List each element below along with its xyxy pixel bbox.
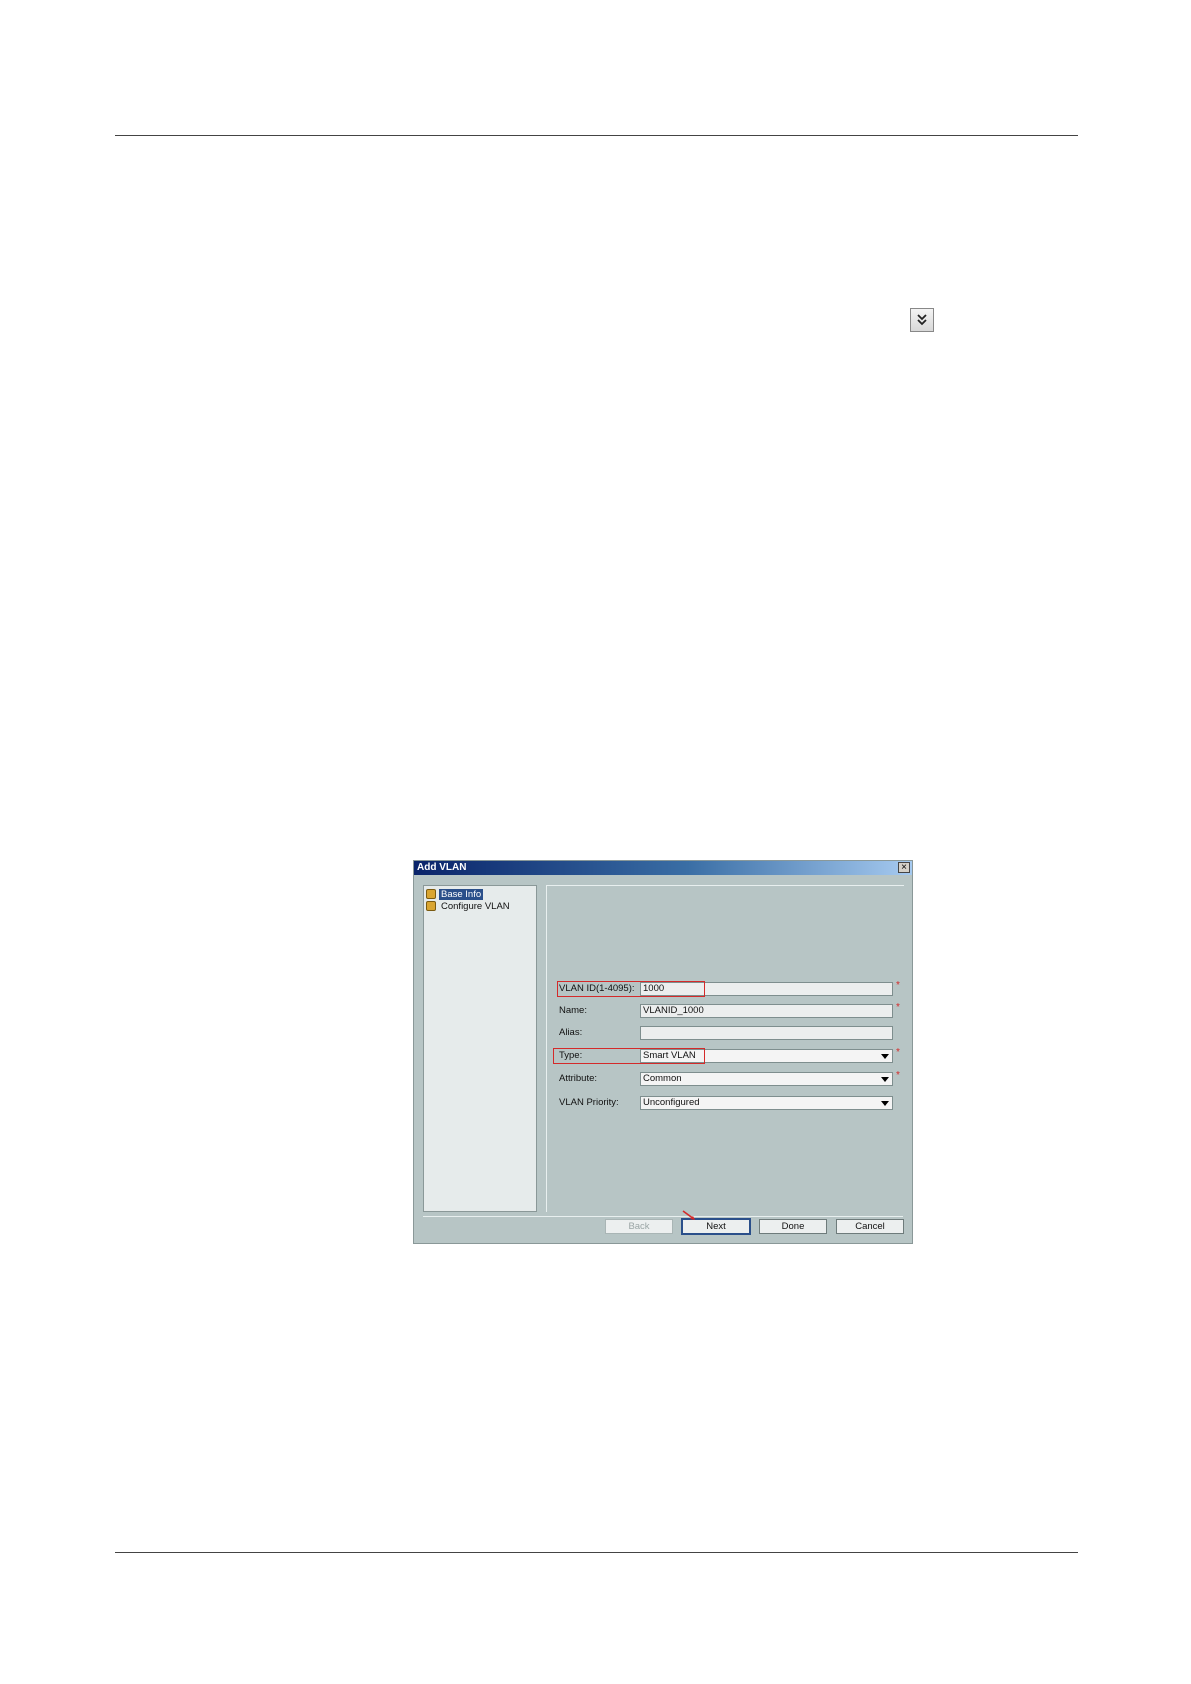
cancel-button[interactable]: Cancel bbox=[836, 1219, 904, 1234]
attribute-value: Common bbox=[643, 1073, 682, 1084]
expand-button[interactable] bbox=[910, 308, 934, 332]
back-button[interactable]: Back bbox=[605, 1219, 673, 1234]
done-button[interactable]: Done bbox=[759, 1219, 827, 1234]
folder-icon bbox=[426, 901, 436, 911]
type-highlight bbox=[553, 1048, 705, 1064]
dropdown-arrow-icon[interactable] bbox=[881, 1101, 889, 1106]
attribute-select[interactable]: Common bbox=[640, 1072, 893, 1086]
close-icon[interactable]: × bbox=[898, 862, 910, 873]
vlan-priority-select[interactable]: Unconfigured bbox=[640, 1096, 893, 1110]
tree-item-configure-vlan[interactable]: Configure VLAN bbox=[426, 900, 512, 912]
dropdown-arrow-icon[interactable] bbox=[881, 1054, 889, 1059]
navigation-tree: Base Info Configure VLAN bbox=[423, 885, 537, 1212]
vlan-priority-label: VLAN Priority: bbox=[559, 1097, 619, 1108]
alias-input[interactable] bbox=[640, 1026, 893, 1040]
dropdown-arrow-icon[interactable] bbox=[881, 1077, 889, 1082]
required-marker: * bbox=[896, 1002, 900, 1013]
add-vlan-dialog: Add VLAN × Base Info Configure VLAN VLAN… bbox=[413, 860, 913, 1244]
header-rule bbox=[115, 135, 1078, 136]
tree-item-base-info[interactable]: Base Info bbox=[426, 888, 484, 900]
dialog-title: Add VLAN bbox=[417, 862, 467, 873]
pointer-cursor-icon bbox=[682, 1210, 695, 1220]
tree-item-label: Base Info bbox=[439, 888, 484, 900]
required-marker: * bbox=[896, 980, 900, 991]
dialog-titlebar: Add VLAN × bbox=[414, 861, 912, 875]
button-bar-divider bbox=[423, 1216, 903, 1217]
required-marker: * bbox=[896, 1047, 900, 1058]
footer-rule bbox=[115, 1552, 1078, 1553]
alias-label: Alias: bbox=[559, 1027, 583, 1038]
double-chevron-down-icon bbox=[917, 314, 927, 326]
vlan-priority-value: Unconfigured bbox=[643, 1097, 700, 1108]
name-input[interactable]: VLANID_1000 bbox=[640, 1004, 893, 1018]
folder-icon bbox=[426, 889, 436, 899]
attribute-label: Attribute: bbox=[559, 1073, 598, 1084]
vlan-id-highlight bbox=[557, 981, 705, 997]
required-marker: * bbox=[896, 1070, 900, 1081]
name-label: Name: bbox=[559, 1005, 587, 1016]
tree-item-label: Configure VLAN bbox=[441, 900, 510, 912]
